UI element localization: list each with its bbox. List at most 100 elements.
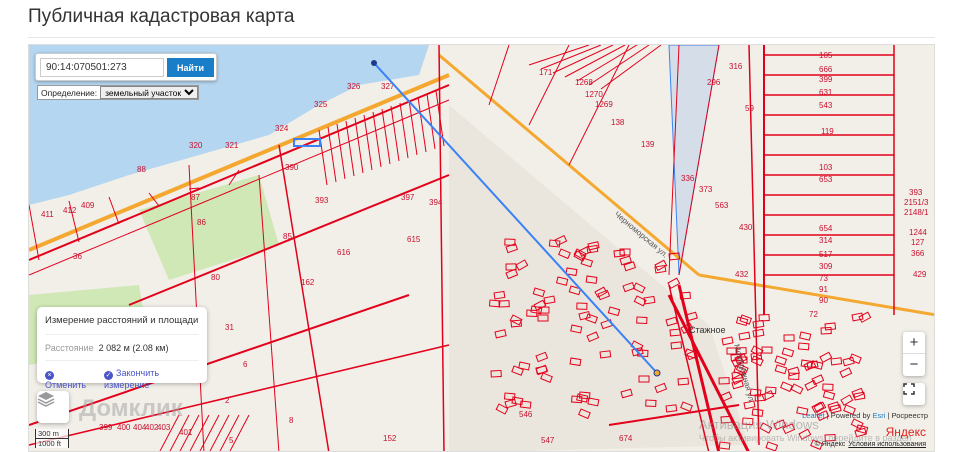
- parcel-number: 394: [429, 198, 443, 207]
- parcel-number: 430: [739, 223, 753, 232]
- parcel-number: 325: [314, 100, 328, 109]
- parcel-number: 2: [225, 396, 230, 405]
- yandex-logo: Яндекс: [885, 425, 926, 439]
- cadastral-number-input[interactable]: [40, 58, 164, 77]
- building-parcel: [797, 342, 810, 351]
- zoom-in-button[interactable]: +: [903, 332, 925, 354]
- parcel-number: 517: [819, 250, 833, 259]
- parcel-number: 103: [819, 163, 833, 172]
- building-parcel: [781, 347, 795, 358]
- measure-start-point[interactable]: [371, 60, 377, 66]
- finish-measure-button[interactable]: ✓ Закончить измерение: [104, 368, 199, 390]
- parcel-boundary: [390, 105, 400, 162]
- parcel-boundary: [600, 45, 662, 90]
- building-parcel: [774, 364, 788, 375]
- parcel-number: 139: [641, 140, 655, 149]
- building-parcel: [774, 355, 788, 366]
- parcel-boundary: [417, 96, 427, 153]
- finish-label: Закончить измерение: [104, 368, 160, 390]
- parcel-number: 73: [819, 274, 828, 283]
- parcel-number: 366: [911, 249, 925, 258]
- building-parcel: [721, 336, 734, 346]
- parcel-number: 324: [275, 124, 289, 133]
- parcel-number: 393: [315, 196, 329, 205]
- fullscreen-button[interactable]: [903, 383, 925, 405]
- parcel-boundary: [354, 117, 364, 174]
- parcel-boundary: [345, 120, 355, 177]
- parcel-number: 127: [911, 238, 925, 247]
- parcel-number: 86: [197, 218, 206, 227]
- parcel-number: 666: [819, 65, 833, 74]
- cadastral-map[interactable]: 325 326 327 320 321 324 88 87 86 36 80 31 393 397 394 6…: [28, 44, 935, 452]
- search-button[interactable]: Найти: [167, 58, 214, 77]
- scale-bar: 300 m 1000 ft: [35, 429, 69, 448]
- parcel-number: 547: [541, 436, 555, 445]
- road: [698, 273, 934, 317]
- parcel-boundary: [336, 123, 346, 180]
- parcel-number: 543: [819, 101, 833, 110]
- definition-label: Определение:: [41, 87, 98, 98]
- parcel-number: 5: [229, 436, 234, 445]
- parcel-boundary: [488, 45, 510, 106]
- parcel-number: 171: [539, 68, 553, 77]
- measure-end-point[interactable]: [653, 369, 661, 377]
- parcel-number: 409: [81, 201, 95, 210]
- parcel-boundary: [29, 204, 40, 261]
- measure-panel: Измерение расстояний и площади Расстояни…: [37, 307, 207, 390]
- building-parcel: [811, 374, 825, 386]
- parcel-number: 6: [243, 360, 248, 369]
- building-parcel: [758, 313, 770, 322]
- parcel-number: 59: [745, 104, 754, 113]
- zoom-out-button[interactable]: −: [903, 354, 925, 376]
- green-area: [139, 175, 279, 280]
- parcel-number: 91: [819, 285, 828, 294]
- terms-link[interactable]: Условия использования: [848, 441, 926, 448]
- cancel-measure-button[interactable]: ×Отменить: [45, 368, 94, 390]
- building-parcel: [752, 319, 765, 329]
- building-parcel: [820, 326, 832, 335]
- parcel-number: 546: [519, 410, 533, 419]
- parcel-number: 316: [729, 62, 743, 71]
- parcel-boundary: [229, 414, 250, 451]
- building-parcel: [840, 394, 854, 406]
- parcel-number: 401: [179, 428, 193, 437]
- parcel-number: 119: [821, 127, 834, 136]
- building-parcel: [799, 331, 812, 341]
- parcel-number: 105: [819, 51, 833, 60]
- parcel-number: 653: [819, 175, 833, 184]
- esri-link[interactable]: Esri: [872, 411, 885, 420]
- building-parcel: [790, 383, 804, 395]
- parcel-number: 412: [63, 206, 77, 215]
- cancel-label: Отменить: [45, 380, 87, 390]
- parcel-number: 403: [157, 423, 171, 432]
- measure-actions: ×Отменить ✓ Закончить измерение: [45, 360, 199, 390]
- building-parcel: [822, 383, 834, 391]
- parcel-number: 631: [819, 88, 833, 97]
- building-parcel: [752, 328, 765, 338]
- attribution: Leaflet | Powered by Esri | Росреестр: [802, 411, 928, 420]
- parcel-number: 615: [407, 235, 421, 244]
- parcel-number: 616: [337, 248, 351, 257]
- building-parcel: [738, 331, 751, 341]
- layers-button[interactable]: [37, 391, 69, 423]
- building-parcel: [851, 312, 864, 322]
- watermark: Домклик: [79, 395, 183, 422]
- place-label: Стажное: [689, 325, 726, 335]
- building-parcel: [848, 353, 862, 365]
- parcel-number: 336: [681, 174, 695, 183]
- parcel-number: 321: [225, 141, 239, 150]
- parcel-number: 2148/1: [904, 208, 929, 217]
- powered-by: Powered by: [830, 411, 871, 420]
- close-icon: ×: [45, 371, 54, 380]
- map-canvas[interactable]: 325326 327320 321324888786368031393 3973946…: [29, 45, 935, 452]
- parcel-number: 162: [301, 278, 315, 287]
- building-parcel: [761, 389, 775, 402]
- scale-imperial: 1000 ft: [35, 438, 69, 448]
- yandex-terms: © Яндекс Условия использования: [815, 441, 926, 448]
- building-parcel: [850, 418, 864, 430]
- definition-select[interactable]: земельный участок: [100, 86, 199, 99]
- parcel-number: 1268: [575, 78, 593, 87]
- parcel-boundary: [363, 114, 373, 171]
- parcel-number: 390: [285, 163, 299, 172]
- distance-value: 2 082 м (2.08 км): [98, 343, 169, 353]
